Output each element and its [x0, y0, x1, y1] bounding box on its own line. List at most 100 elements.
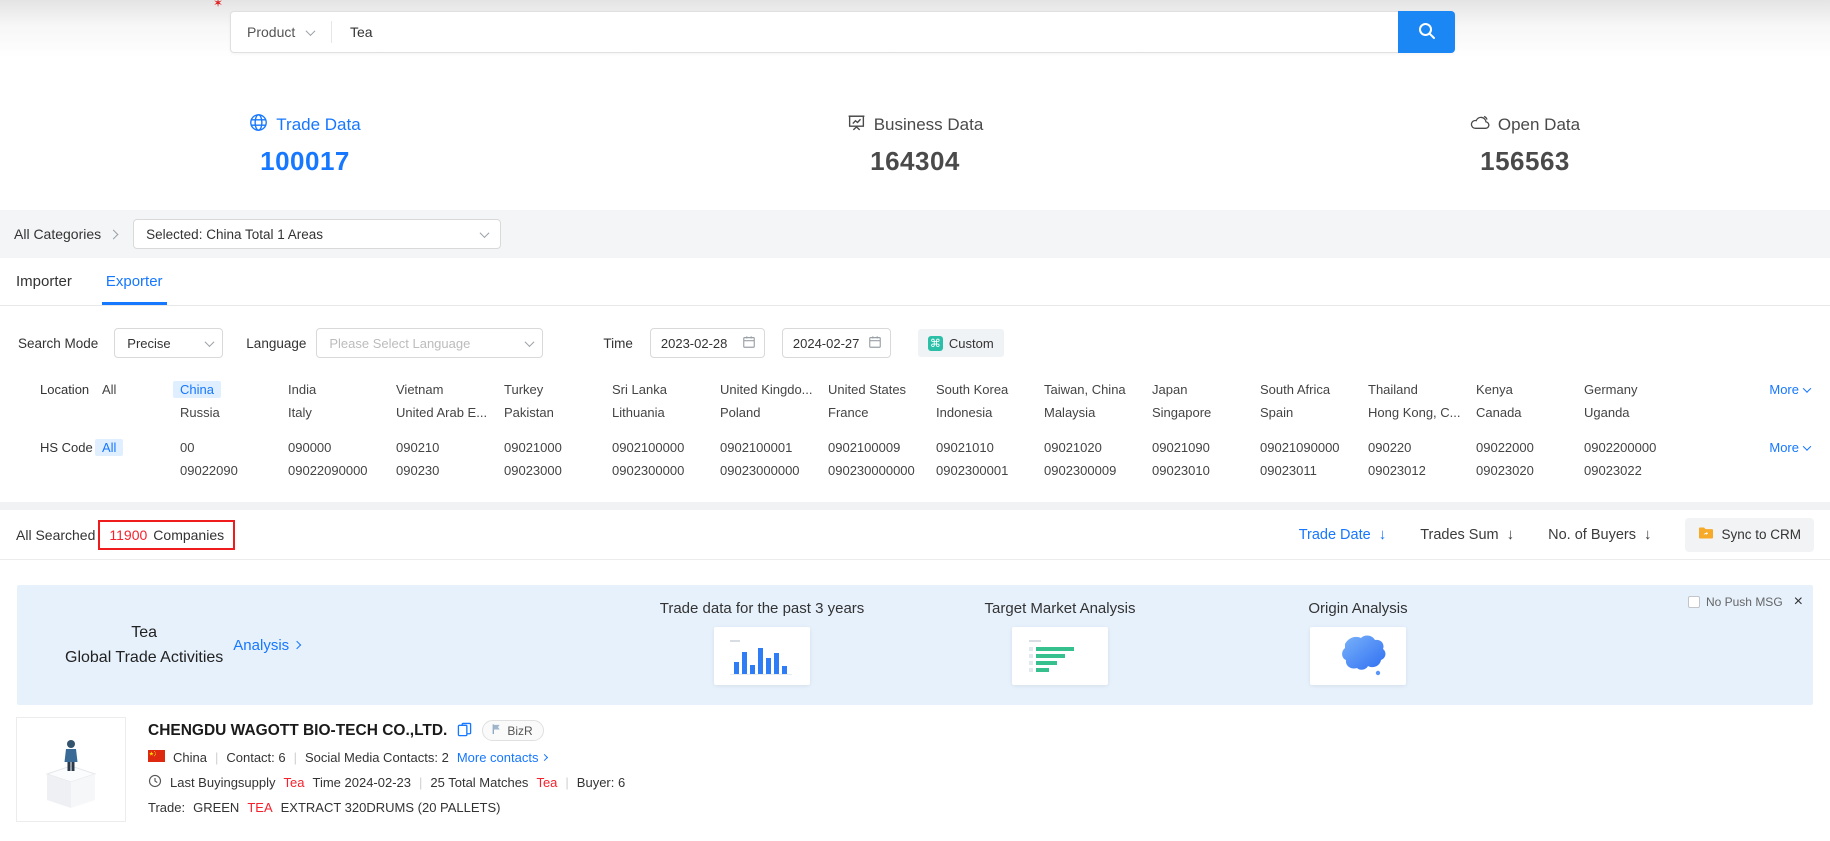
hs-option[interactable]: 09023022 — [1584, 462, 1692, 480]
hs-option[interactable]: 09021010 — [936, 439, 1044, 457]
location-option[interactable]: Kenya — [1476, 381, 1584, 399]
location-option[interactable]: United States — [828, 381, 936, 399]
location-option-active[interactable]: China — [180, 381, 288, 399]
hs-option[interactable]: 0902300001 — [936, 462, 1044, 480]
company-thumbnail[interactable] — [16, 717, 126, 822]
hs-option[interactable]: 0902100000 — [612, 439, 720, 457]
bizr-badge[interactable]: BizR — [482, 720, 543, 741]
search-category-select[interactable]: Product — [231, 12, 331, 52]
hs-option[interactable]: 090230 — [396, 462, 504, 480]
target-market-card[interactable]: Target Market Analysis — [950, 600, 1170, 685]
hs-option[interactable]: 0902100009 — [828, 439, 936, 457]
hs-option[interactable]: 09021000 — [504, 439, 612, 457]
location-option[interactable]: Lithuania — [612, 404, 720, 422]
hs-option[interactable]: 09023011 — [1260, 462, 1368, 480]
hs-option[interactable]: 090000 — [288, 439, 396, 457]
hs-option[interactable]: 09023012 — [1368, 462, 1476, 480]
search-button[interactable] — [1398, 11, 1455, 53]
location-option[interactable]: Pakistan — [504, 404, 612, 422]
location-option[interactable]: United Arab E... — [396, 404, 504, 422]
location-option[interactable]: Vietnam — [396, 381, 504, 399]
banner-title: Tea Global Trade Activities — [65, 620, 223, 670]
hs-option[interactable]: 09023020 — [1476, 462, 1584, 480]
sort-trades-sum[interactable]: Trades Sum ↓ — [1420, 526, 1514, 543]
sync-to-crm-button[interactable]: Sync to CRM — [1685, 518, 1814, 552]
hs-option[interactable]: 09021020 — [1044, 439, 1152, 457]
tab-exporter[interactable]: Exporter — [106, 258, 163, 305]
all-categories-link[interactable]: All Categories — [14, 226, 117, 242]
location-more-link[interactable]: More — [1769, 381, 1810, 399]
location-option[interactable]: Singapore — [1152, 404, 1260, 422]
hs-option[interactable]: 0902300000 — [612, 462, 720, 480]
search-mode-select[interactable]: Precise — [114, 328, 223, 358]
company-card[interactable]: CHENGDU WAGOTT BIO-TECH CO.,LTD. BizR Ch… — [0, 717, 1830, 822]
hs-option[interactable]: 09021090000 — [1260, 439, 1368, 457]
more-contacts-link[interactable]: More contacts — [457, 750, 548, 765]
location-option-all[interactable]: All — [102, 382, 116, 397]
tab-importer[interactable]: Importer — [16, 258, 72, 305]
hs-option[interactable]: 0902200000 — [1584, 439, 1692, 457]
hs-option[interactable]: 090220 — [1368, 439, 1476, 457]
stat-business-data[interactable]: Business Data 164304 — [610, 113, 1220, 177]
analysis-link[interactable]: Analysis — [233, 637, 300, 654]
location-option[interactable]: France — [828, 404, 936, 422]
sort-label: No. of Buyers — [1548, 527, 1636, 543]
location-option[interactable]: United Kingdo... — [720, 381, 828, 399]
search-input[interactable] — [338, 12, 1398, 52]
hs-more-link[interactable]: More — [1769, 439, 1810, 457]
location-option[interactable]: Poland — [720, 404, 828, 422]
location-option[interactable]: Thailand — [1368, 381, 1476, 399]
last-buying-suffix: Time 2024-02-23 — [312, 775, 411, 790]
custom-time-button[interactable]: ⌘ Custom — [918, 329, 1004, 357]
hs-option[interactable]: 090210 — [396, 439, 504, 457]
hs-option[interactable]: 09022090000 — [288, 462, 396, 480]
no-push-checkbox[interactable] — [1688, 596, 1700, 608]
category-bar: All Categories Selected: China Total 1 A… — [0, 210, 1830, 258]
hs-option[interactable]: 0902100001 — [720, 439, 828, 457]
location-option[interactable]: South Korea — [936, 381, 1044, 399]
location-option[interactable]: Taiwan, China — [1044, 381, 1152, 399]
hs-option[interactable]: 090230000000 — [828, 462, 936, 480]
location-option[interactable]: Sri Lanka — [612, 381, 720, 399]
close-icon[interactable]: × — [1794, 594, 1803, 610]
hs-option[interactable]: 09022090 — [180, 462, 288, 480]
date-to-input[interactable]: 2024-02-27 — [782, 328, 891, 358]
calendar-icon — [742, 335, 756, 352]
hs-option[interactable]: 09022000 — [1476, 439, 1584, 457]
location-option[interactable]: Italy — [288, 404, 396, 422]
location-option[interactable]: Russia — [180, 404, 288, 422]
date-from-input[interactable]: 2023-02-28 — [650, 328, 765, 358]
copy-icon[interactable] — [457, 722, 472, 740]
sort-trade-date[interactable]: Trade Date ↓ — [1299, 526, 1387, 543]
language-select[interactable]: Please Select Language — [316, 328, 543, 358]
hs-option[interactable]: 09023000000 — [720, 462, 828, 480]
origin-analysis-card[interactable]: Origin Analysis — [1248, 600, 1468, 685]
hs-option[interactable]: 09021090 — [1152, 439, 1260, 457]
location-option[interactable]: Hong Kong, C... — [1368, 404, 1476, 422]
location-option[interactable]: Canada — [1476, 404, 1584, 422]
location-option[interactable]: Spain — [1260, 404, 1368, 422]
last-buying-prefix: Last Buyingsupply — [170, 775, 276, 790]
clock-icon — [148, 774, 162, 791]
company-name[interactable]: CHENGDU WAGOTT BIO-TECH CO.,LTD. — [148, 722, 447, 740]
hs-option[interactable]: 09023000 — [504, 462, 612, 480]
stat-trade-data[interactable]: Trade Data 100017 — [0, 113, 610, 177]
location-option[interactable]: Indonesia — [936, 404, 1044, 422]
sort-no-of-buyers[interactable]: No. of Buyers ↓ — [1548, 526, 1651, 543]
location-option[interactable]: Germany — [1584, 381, 1692, 399]
location-option[interactable]: South Africa — [1260, 381, 1368, 399]
location-option[interactable]: Malaysia — [1044, 404, 1152, 422]
location-option[interactable]: Turkey — [504, 381, 612, 399]
arrow-down-icon: ↓ — [1507, 526, 1515, 543]
hs-option[interactable]: 0902300009 — [1044, 462, 1152, 480]
location-option[interactable]: India — [288, 381, 396, 399]
trade-data-3y-card[interactable]: Trade data for the past 3 years — [652, 600, 872, 685]
stat-open-data[interactable]: Open Data 156563 — [1220, 113, 1830, 177]
hs-option[interactable]: 00 — [180, 439, 288, 457]
location-option[interactable]: Uganda — [1584, 404, 1692, 422]
trade-highlight: TEA — [247, 800, 272, 815]
hs-option[interactable]: 09023010 — [1152, 462, 1260, 480]
hs-option-all[interactable]: All — [102, 440, 123, 455]
location-option[interactable]: Japan — [1152, 381, 1260, 399]
selected-areas-select[interactable]: Selected: China Total 1 Areas — [133, 219, 501, 249]
